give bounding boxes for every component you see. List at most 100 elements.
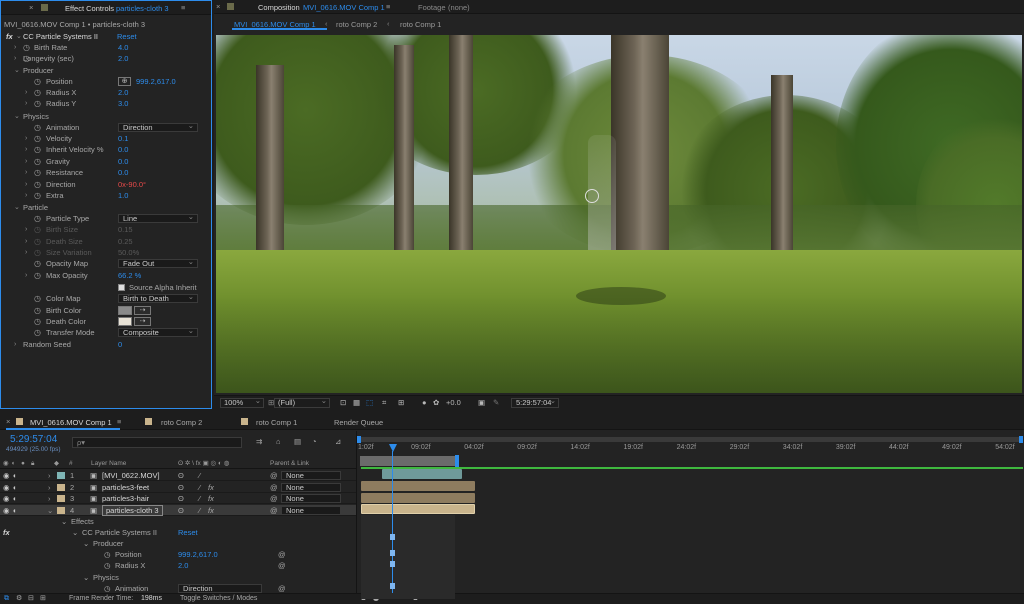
tab-effect-controls[interactable]: Effect Controls bbox=[65, 4, 114, 13]
in-out-marker[interactable] bbox=[455, 455, 459, 467]
eyedropper-icon[interactable]: ⇢ bbox=[134, 306, 151, 315]
subtab-roto2[interactable]: roto Comp 2 bbox=[336, 20, 377, 29]
effect-header[interactable]: fx ⌄ CC Particle Systems II Reset bbox=[1, 31, 211, 42]
stopwatch-icon[interactable]: ◷ bbox=[34, 190, 41, 201]
layer-name-header[interactable]: Layer Name bbox=[91, 459, 126, 469]
stopwatch-icon[interactable]: ◷ bbox=[34, 76, 41, 87]
birth-color-swatch[interactable] bbox=[118, 306, 132, 315]
expand-triangle-icon[interactable]: › bbox=[25, 156, 27, 167]
effect-row[interactable]: fx ⌄ CC Particle Systems II Reset bbox=[0, 527, 356, 538]
composition-viewer[interactable] bbox=[216, 35, 1022, 393]
audio-icon[interactable]: ◖ bbox=[12, 493, 17, 504]
composition-target[interactable]: MVI_0616.MOV Comp 1 bbox=[303, 3, 385, 12]
comp-mini-flowchart-icon[interactable]: ⇉ bbox=[256, 437, 262, 446]
expand-triangle-icon[interactable]: › bbox=[25, 167, 27, 178]
layer-name[interactable]: particles3-hair bbox=[102, 493, 149, 504]
stopwatch-icon[interactable]: ◷ bbox=[34, 167, 41, 178]
keyframe-marker[interactable] bbox=[390, 561, 395, 567]
quality-switch-icon[interactable]: ⁄ bbox=[199, 470, 200, 481]
footage-tab-label[interactable]: Footage bbox=[418, 3, 446, 12]
layer-search-input[interactable]: ρ▾ bbox=[72, 437, 242, 448]
quality-switch-icon[interactable]: ⁄ bbox=[199, 505, 200, 516]
prop-value[interactable]: 0.0 bbox=[118, 167, 128, 178]
expand-triangle-icon[interactable]: › bbox=[14, 42, 16, 53]
layer-label-color[interactable] bbox=[57, 495, 65, 502]
work-area-bar[interactable] bbox=[357, 437, 1023, 442]
zoom-dropdown[interactable]: 100% bbox=[220, 397, 264, 408]
collapse-triangle-icon[interactable]: ⌄ bbox=[72, 527, 78, 538]
color-channel-icon[interactable]: ● bbox=[422, 398, 427, 408]
timeline-tab-render-queue[interactable]: Render Queue bbox=[334, 418, 383, 427]
stopwatch-icon[interactable]: ◷ bbox=[34, 213, 41, 224]
prop-value[interactable]: 3.0 bbox=[118, 98, 128, 109]
layer-bar-4-selected[interactable] bbox=[361, 504, 475, 514]
layer-name[interactable]: particles-cloth 3 bbox=[102, 504, 163, 516]
expression-link-icon[interactable]: @ bbox=[278, 560, 286, 571]
pickwhip-icon[interactable]: @ bbox=[270, 470, 278, 481]
effect-controls-target[interactable]: particles-cloth 3 bbox=[116, 4, 169, 13]
parent-header[interactable]: Parent & Link bbox=[270, 459, 309, 469]
eye-icon[interactable]: ◉ bbox=[3, 482, 10, 493]
draft-3d-icon[interactable]: ⌂ bbox=[276, 437, 281, 446]
channel-icon[interactable]: ⊞ bbox=[398, 398, 404, 408]
motion-blur-icon[interactable]: ◔ bbox=[312, 437, 317, 446]
timeline-radius-value[interactable]: 2.0 bbox=[178, 560, 188, 571]
timeline-tab-roto1[interactable]: roto Comp 1 bbox=[256, 418, 297, 427]
shy-switch-icon[interactable]: ʘ bbox=[178, 482, 184, 493]
prop-value[interactable]: 0.1 bbox=[118, 133, 128, 144]
stopwatch-icon[interactable]: ◷ bbox=[23, 42, 30, 53]
stopwatch-icon[interactable]: ◷ bbox=[34, 327, 41, 338]
timeline-tab-comp1[interactable]: MVI_0616.MOV Comp 1 bbox=[30, 418, 112, 427]
expand-triangle-icon[interactable]: › bbox=[25, 144, 27, 155]
audio-icon[interactable]: ◖ bbox=[12, 505, 17, 516]
resolution-dropdown[interactable]: (Full) bbox=[274, 397, 330, 408]
exposure-icon[interactable]: ✿ bbox=[433, 398, 439, 408]
eye-icon[interactable]: ◉ bbox=[3, 505, 10, 516]
opacity-map-dropdown[interactable]: Fade Out bbox=[118, 258, 198, 268]
work-area-end-handle[interactable] bbox=[1019, 436, 1023, 443]
quality-switch-icon[interactable]: ⁄ bbox=[199, 493, 200, 504]
stopwatch-icon[interactable]: ◷ bbox=[34, 179, 41, 190]
lock-icon[interactable] bbox=[41, 4, 48, 11]
stopwatch-icon[interactable]: ◷ bbox=[34, 122, 41, 133]
prop-value[interactable]: 2.0 bbox=[118, 53, 128, 64]
timeline-reset-button[interactable]: Reset bbox=[178, 527, 198, 538]
expand-triangle-icon[interactable]: › bbox=[48, 493, 51, 504]
prop-value[interactable]: 999.2,617.0 bbox=[136, 76, 176, 87]
eye-icon[interactable]: ◉ bbox=[3, 470, 10, 481]
collapse-triangle-icon[interactable]: ⌄ bbox=[14, 65, 20, 76]
layer-row[interactable]: ◉ ◖ › 2 ▣ particles3-feet ʘ ⁄ fx @ None bbox=[0, 482, 356, 493]
parent-dropdown[interactable]: None bbox=[281, 482, 341, 492]
collapse-triangle-icon[interactable]: ⌄ bbox=[14, 111, 20, 122]
fx-icon[interactable]: fx bbox=[6, 31, 13, 42]
playhead-line[interactable] bbox=[392, 451, 393, 593]
keyframe-marker[interactable] bbox=[390, 534, 395, 540]
expand-triangle-icon[interactable]: › bbox=[14, 339, 16, 350]
panel-menu-icon[interactable]: ≡ bbox=[386, 2, 390, 11]
expand-triangle-icon[interactable]: › bbox=[25, 87, 27, 98]
expression-link-icon[interactable]: @ bbox=[278, 549, 286, 560]
death-color-swatch[interactable] bbox=[118, 317, 132, 326]
layer-bar-3[interactable] bbox=[361, 493, 475, 503]
group-producer[interactable]: ⌄ Producer bbox=[1, 65, 211, 76]
crosshair-icon[interactable]: ⊕ bbox=[118, 77, 131, 86]
expand-triangle-icon[interactable]: › bbox=[25, 190, 27, 201]
expand-triangle-icon[interactable]: › bbox=[14, 53, 16, 64]
prop-value[interactable]: 2.0 bbox=[118, 87, 128, 98]
stopwatch-icon[interactable]: ◷ bbox=[34, 98, 41, 109]
mask-visibility-icon[interactable]: ⬚ bbox=[366, 398, 373, 408]
particle-type-dropdown[interactable]: Line bbox=[118, 213, 198, 223]
camera-snapshot-icon[interactable]: ▣ bbox=[478, 398, 485, 408]
prop-value[interactable]: 66.2 % bbox=[118, 270, 141, 281]
stopwatch-icon[interactable]: ◷ bbox=[34, 87, 41, 98]
collapse-triangle-icon[interactable]: ⌄ bbox=[83, 538, 89, 549]
audio-icon[interactable]: ◖ bbox=[12, 470, 17, 481]
parent-dropdown[interactable]: None bbox=[281, 494, 341, 503]
expand-triangle-icon[interactable]: › bbox=[48, 470, 51, 481]
close-icon[interactable]: × bbox=[216, 2, 220, 11]
prop-value[interactable]: 4.0 bbox=[118, 42, 128, 53]
subtab-comp1[interactable]: MVI_0616.MOV Comp 1 bbox=[234, 20, 316, 29]
layer-label-color[interactable] bbox=[57, 483, 65, 491]
layer-bar-1[interactable] bbox=[382, 469, 462, 479]
group-particle[interactable]: ⌄ Particle bbox=[1, 202, 211, 213]
